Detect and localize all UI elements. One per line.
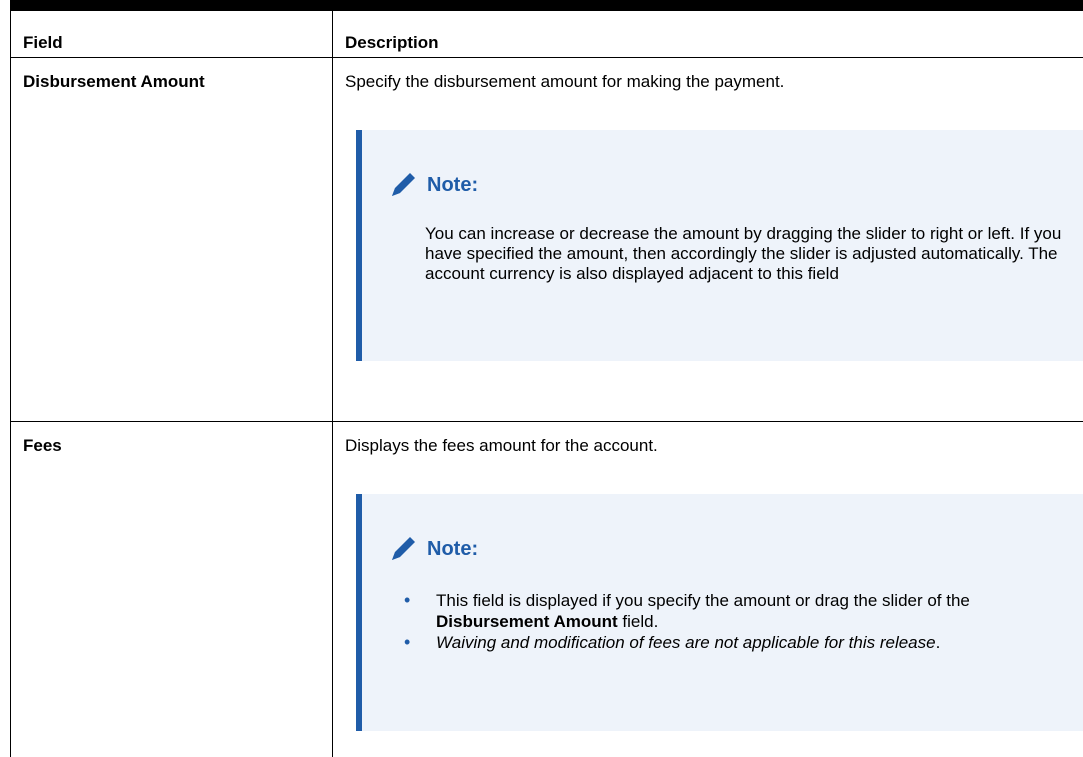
table-header-row: Field Description bbox=[10, 10, 1083, 58]
note-title: Note: bbox=[427, 173, 479, 196]
table-row: Fees Displays the fees amount for the ac… bbox=[10, 421, 1083, 757]
field-cell-fees: Fees bbox=[10, 421, 333, 757]
pencil-icon bbox=[392, 537, 415, 560]
field-name: Fees bbox=[23, 436, 62, 455]
note-bullet: • This field is displayed if you specify… bbox=[404, 590, 970, 631]
description-text: Displays the fees amount for the account… bbox=[345, 436, 658, 455]
table-row: Disbursement Amount Specify the disburse… bbox=[10, 57, 1083, 422]
description-cell-disbursement-amount: Specify the disbursement amount for maki… bbox=[332, 57, 1083, 422]
note-bullet: • Waiving and modification of fees are n… bbox=[404, 632, 941, 652]
description-cell-fees: Displays the fees amount for the account… bbox=[332, 421, 1083, 757]
note-bullet-list: • This field is displayed if you specify… bbox=[402, 590, 1063, 653]
field-description-table: Field Description Disbursement Amount Sp… bbox=[10, 10, 1083, 757]
bold-field-reference: Disbursement Amount bbox=[436, 612, 618, 631]
field-cell-disbursement-amount: Disbursement Amount bbox=[10, 57, 333, 422]
field-name: Disbursement Amount bbox=[23, 72, 205, 91]
pencil-icon bbox=[392, 173, 415, 196]
note-text: You can increase or decrease the amount … bbox=[425, 224, 1062, 283]
note-box: Note: • This field is displayed if you s… bbox=[356, 494, 1083, 731]
document-page: Field Description Disbursement Amount Sp… bbox=[0, 0, 1083, 757]
table-top-rule bbox=[10, 0, 1083, 10]
note-box: Note: You can increase or decrease the a… bbox=[356, 130, 1083, 361]
description-text: Specify the disbursement amount for maki… bbox=[345, 72, 785, 91]
header-description: Description bbox=[332, 10, 1083, 58]
bullet-icon: • bbox=[404, 632, 411, 652]
header-field: Field bbox=[10, 10, 333, 58]
bullet-icon: • bbox=[404, 590, 411, 610]
note-title: Note: bbox=[427, 537, 479, 560]
